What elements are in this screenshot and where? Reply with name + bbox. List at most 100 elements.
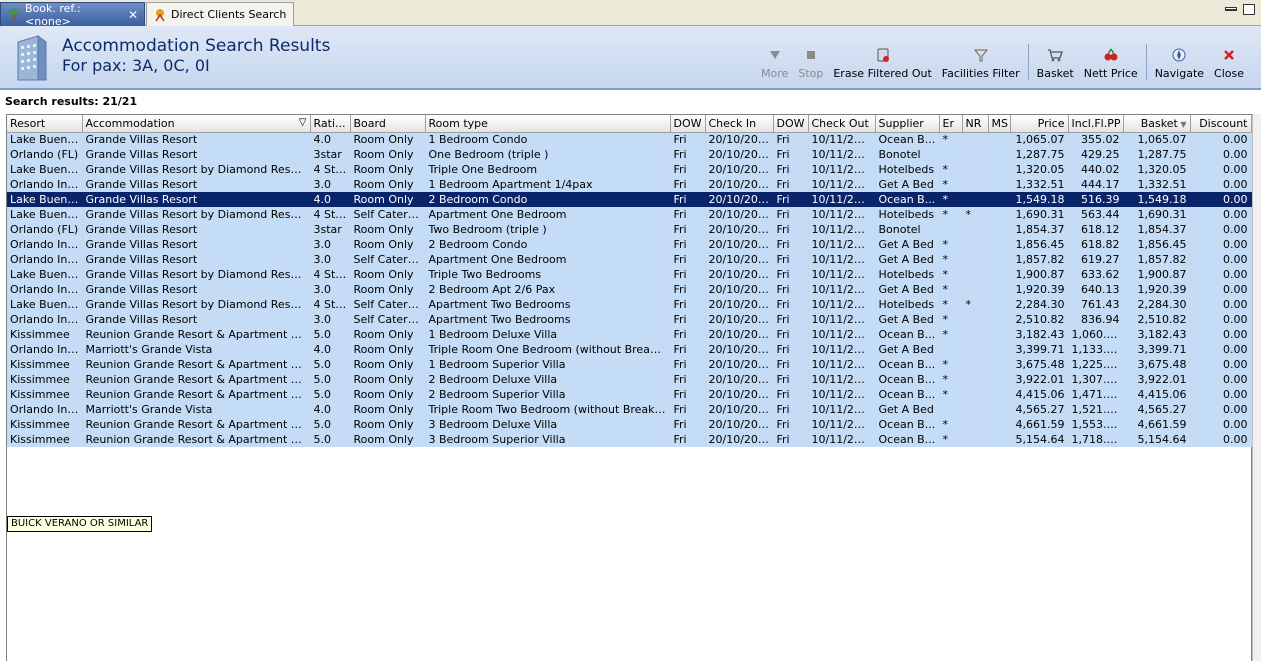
table-cell: * — [939, 237, 963, 252]
table-cell: 1,549.18 — [1010, 192, 1069, 207]
table-cell: 4,565.27 — [1123, 402, 1191, 417]
table-cell — [962, 147, 989, 162]
table-cell: 3.0 — [310, 237, 351, 252]
minimize-icon[interactable] — [1225, 7, 1237, 11]
table-cell: Fri — [670, 372, 706, 387]
table-cell: 3.0 — [310, 177, 351, 192]
table-cell — [962, 237, 989, 252]
column-header[interactable]: Check Out — [808, 115, 876, 133]
column-header-label: DOW — [673, 116, 702, 130]
table-cell: Grande Villas Resort — [82, 252, 311, 267]
table-row[interactable]: Orlando Int... Marriott's Grande Vista 4.0… — [7, 402, 1252, 417]
vertical-scrollbar[interactable] — [1252, 114, 1261, 661]
column-header[interactable]: Incl.Fl.PP — [1068, 115, 1124, 133]
table-row[interactable]: Orlando Int... Grande Villas Resort 3.0 Roo… — [7, 282, 1252, 297]
table-row[interactable]: Lake Buena... Grande Villas Resort by Dia… — [7, 297, 1252, 312]
column-header[interactable]: Er — [939, 115, 963, 133]
table-row[interactable]: Kissimmee Reunion Grande Resort & Apartme… — [7, 417, 1252, 432]
column-header[interactable]: Room type — [425, 115, 671, 133]
table-cell: Get A Bed — [875, 252, 940, 267]
stop-label: Stop — [798, 67, 824, 80]
table-row[interactable]: Lake Buena... Grande Villas Resort by Dia… — [7, 162, 1252, 177]
table-cell: 0.00 — [1190, 222, 1252, 237]
table-cell — [988, 282, 1011, 297]
table-cell: Kissimmee — [7, 357, 83, 372]
table-row[interactable]: Kissimmee Reunion Grande Resort & Apartme… — [7, 357, 1252, 372]
table-cell: 3,675.48 — [1010, 357, 1069, 372]
table-cell: Room Only — [350, 192, 426, 207]
table-cell: Reunion Grande Resort & Apartment Villas — [82, 417, 311, 432]
table-cell: 20/10/2017 — [705, 132, 774, 147]
table-cell: 10/11/2017 — [808, 132, 876, 147]
table-row[interactable]: Orlando Int... Marriott's Grande Vista 4.0… — [7, 342, 1252, 357]
close-button[interactable]: Close — [1209, 46, 1249, 80]
table-row-selected[interactable]: Lake Buena... Grande Villas Resort 4.0 Room… — [7, 192, 1252, 207]
column-header[interactable]: DOW — [773, 115, 809, 133]
toolbar-separator — [1145, 44, 1147, 80]
more-button[interactable]: More — [756, 46, 793, 80]
stop-button[interactable]: Stop — [793, 46, 828, 80]
table-cell: 3star — [310, 147, 351, 162]
column-header[interactable]: Price — [1010, 115, 1069, 133]
table-cell — [988, 222, 1011, 237]
table-row[interactable]: Lake Buena... Grande Villas Resort by Dia… — [7, 267, 1252, 282]
table-row[interactable]: Kissimmee Reunion Grande Resort & Apartme… — [7, 387, 1252, 402]
basket-button[interactable]: Basket — [1032, 46, 1079, 80]
table-cell: 1 Bedroom Deluxe Villa — [425, 327, 671, 342]
table-cell: 20/10/2017 — [705, 357, 774, 372]
table-row[interactable]: Kissimmee Reunion Grande Resort & Apartme… — [7, 327, 1252, 342]
navigate-button[interactable]: Navigate — [1150, 46, 1209, 80]
table-cell: Ocean B... — [875, 357, 940, 372]
table-cell: 10/11/2017 — [808, 267, 876, 282]
close-icon[interactable]: ✕ — [128, 8, 138, 22]
filter-icon[interactable]: ▽ — [299, 117, 307, 128]
column-header[interactable]: Accommodation ▽ — [82, 115, 311, 133]
results-table: Resort Accommodation ▽ Rati... Board Room typ… — [7, 115, 1252, 447]
column-header[interactable]: Resort — [7, 115, 83, 133]
table-row[interactable]: Orlando (FL) Grande Villas Resort 3star Roo… — [7, 222, 1252, 237]
table-cell: 640.13 — [1068, 282, 1124, 297]
facilities-filter-button[interactable]: Facilities Filter — [937, 46, 1025, 80]
column-header[interactable]: Supplier — [875, 115, 940, 133]
tab-booking[interactable]: Book. ref.: <none> ✕ — [0, 2, 145, 28]
table-cell: 0.00 — [1190, 192, 1252, 207]
table-row[interactable]: Orlando Int... Grande Villas Resort 3.0 Roo… — [7, 177, 1252, 192]
column-header[interactable]: Rati... — [310, 115, 351, 133]
column-header[interactable]: Board — [350, 115, 426, 133]
column-header[interactable]: NR — [962, 115, 989, 133]
table-row[interactable]: Lake Buena... Grande Villas Resort by Dia… — [7, 207, 1252, 222]
table-cell: Fri — [670, 387, 706, 402]
table-row[interactable]: Orlando (FL) Grande Villas Resort 3star Roo… — [7, 147, 1252, 162]
table-cell: Fri — [670, 147, 706, 162]
column-header[interactable]: MS — [988, 115, 1011, 133]
column-header[interactable]: Discount — [1190, 115, 1252, 133]
navigate-label: Navigate — [1154, 67, 1205, 80]
column-header-label: Basket — [1140, 116, 1178, 130]
table-cell: * — [939, 177, 963, 192]
table-cell: 1,553.86 — [1068, 417, 1124, 432]
tab-direct-clients-search[interactable]: Direct Clients Search — [146, 2, 294, 26]
building-icon — [12, 34, 52, 82]
table-row[interactable]: Kissimmee Reunion Grande Resort & Apartme… — [7, 432, 1252, 447]
maximize-icon[interactable] — [1243, 4, 1255, 15]
table-row[interactable]: Orlando Int... Grande Villas Resort 3.0 Sel… — [7, 312, 1252, 327]
table-cell: 4 Stars — [310, 267, 351, 282]
erase-filtered-out-button[interactable]: Erase Filtered Out — [828, 46, 936, 80]
table-cell: Grande Villas Resort by Diamond Resorts — [82, 267, 311, 282]
column-header[interactable]: Basket ▼ — [1123, 115, 1191, 133]
table-row[interactable]: Orlando Int... Grande Villas Resort 3.0 Roo… — [7, 237, 1252, 252]
table-row[interactable]: Orlando Int... Grande Villas Resort 3.0 Sel… — [7, 252, 1252, 267]
table-cell: Fri — [670, 282, 706, 297]
table-cell: 3,922.01 — [1123, 372, 1191, 387]
table-row[interactable]: Kissimmee Reunion Grande Resort & Apartme… — [7, 372, 1252, 387]
column-header[interactable]: DOW — [670, 115, 706, 133]
table-cell: 20/10/2017 — [705, 432, 774, 447]
table-cell: Lake Buena... — [7, 132, 83, 147]
table-cell — [962, 327, 989, 342]
table-cell: 1,065.07 — [1010, 132, 1069, 147]
column-header[interactable]: Check In — [705, 115, 774, 133]
table-cell: 1 Bedroom Superior Villa — [425, 357, 671, 372]
table-row[interactable]: Lake Buena... Grande Villas Resort 4.0 Room… — [7, 132, 1252, 147]
table-cell: 20/10/2017 — [705, 372, 774, 387]
nett-price-button[interactable]: Nett Price — [1079, 46, 1143, 80]
